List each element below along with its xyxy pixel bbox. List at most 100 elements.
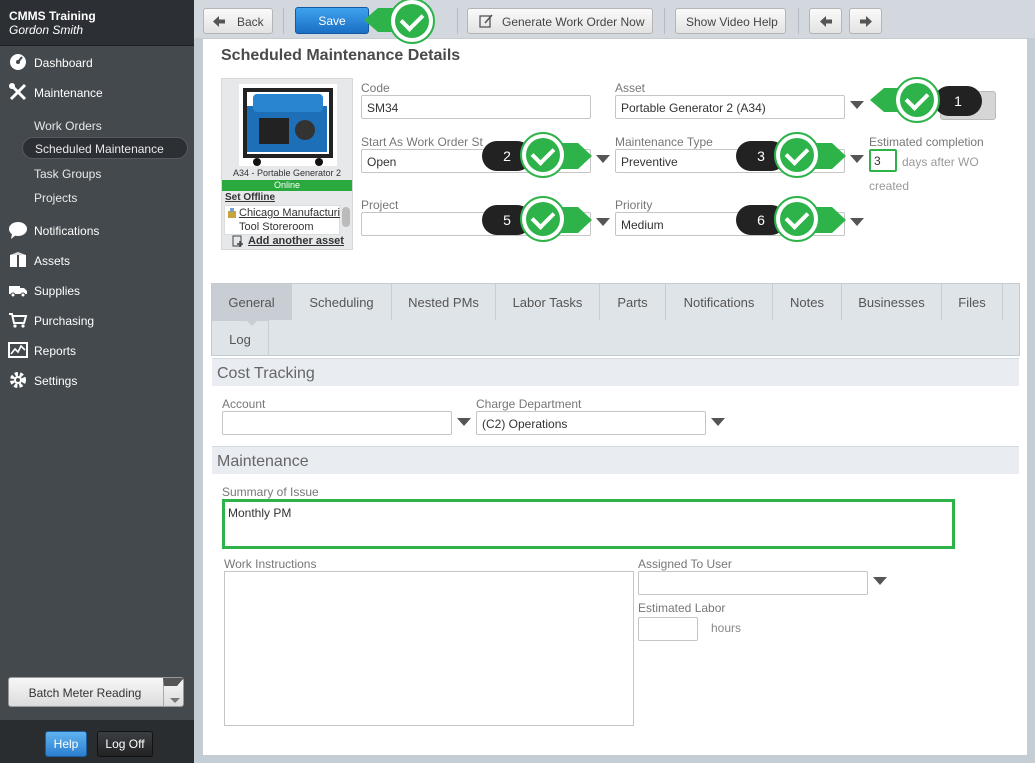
nav-purchasing[interactable]: Purchasing <box>0 307 194 333</box>
checkmark-icon <box>389 0 435 44</box>
tab-files[interactable]: Files <box>942 284 1003 320</box>
tab-general[interactable]: General <box>212 284 292 320</box>
location-child: Tool Storeroom <box>239 221 314 233</box>
charge-department-dropdown-icon[interactable] <box>711 418 725 426</box>
user-name: Gordon Smith <box>9 23 84 37</box>
tab-labor-tasks[interactable]: Labor Tasks <box>496 284 600 320</box>
logoff-button[interactable]: Log Off <box>97 731 153 757</box>
project-dropdown-icon[interactable] <box>596 218 610 226</box>
nav-notifications[interactable]: Notifications <box>0 217 194 243</box>
nav-label: Assets <box>34 254 71 268</box>
tab-nested-pms[interactable]: Nested PMs <box>392 284 496 320</box>
tab-parts[interactable]: Parts <box>600 284 666 320</box>
building-icon <box>228 208 236 218</box>
sub-label: Work Orders <box>34 119 102 133</box>
generate-label: Generate Work Order Now <box>502 15 645 29</box>
tab-label: Log <box>229 332 251 347</box>
assigned-to-dropdown-icon[interactable] <box>873 577 887 585</box>
asset-panel: A34 - Portable Generator 2 Online Set Of… <box>221 78 353 250</box>
asset-field[interactable]: Portable Generator 2 (A34) <box>615 95 845 119</box>
save-button[interactable]: Save <box>295 7 369 34</box>
estimated-completion-label: Estimated completion <box>869 135 984 149</box>
truck-icon <box>9 286 27 298</box>
start-as-dropdown-icon[interactable] <box>596 155 610 163</box>
nav-label: Purchasing <box>34 314 95 328</box>
brand-header: CMMS Training Gordon Smith <box>0 0 194 46</box>
nav-dashboard[interactable]: Dashboard <box>0 49 194 75</box>
batch-meter-label: Batch Meter Reading <box>28 686 142 700</box>
tab-notes[interactable]: Notes <box>773 284 842 320</box>
toolbar-divider <box>457 8 458 34</box>
checkmark-fill <box>780 202 814 236</box>
generate-work-order-button[interactable]: Generate Work Order Now <box>467 8 653 34</box>
nav-maintenance[interactable]: Maintenance <box>0 79 194 105</box>
toolbar-divider <box>798 8 799 34</box>
checkmark-icon <box>520 196 566 242</box>
sidebar-item-task-groups[interactable]: Task Groups <box>22 162 188 184</box>
sidebar-item-work-orders[interactable]: Work Orders <box>22 114 188 136</box>
start-as-label: Start As Work Order St <box>361 135 483 149</box>
tab-log[interactable]: Log <box>212 320 269 356</box>
next-record-button[interactable] <box>849 8 882 34</box>
sidebar-item-projects[interactable]: Projects <box>22 186 188 208</box>
tab-label: Businesses <box>858 295 925 310</box>
account-dropdown-icon[interactable] <box>457 418 471 426</box>
tab-notifications[interactable]: Notifications <box>666 284 773 320</box>
nav-assets[interactable]: Assets <box>0 247 194 273</box>
set-offline-link[interactable]: Set Offline <box>225 192 275 203</box>
tab-label: Parts <box>617 295 648 310</box>
hours-label: hours <box>711 621 742 635</box>
scrollbar[interactable] <box>342 207 350 227</box>
maintenance-type-dropdown-icon[interactable] <box>850 155 864 163</box>
checkmark-fill <box>526 138 560 172</box>
priority-dropdown-icon[interactable] <box>850 218 864 226</box>
assigned-to-label: Assigned To User <box>638 557 732 571</box>
tools-icon <box>9 83 27 101</box>
nav-settings[interactable]: Settings <box>0 367 194 393</box>
nav-supplies[interactable]: Supplies <box>0 277 194 303</box>
code-label: Code <box>361 81 390 95</box>
estimated-completion-value: 3 <box>874 154 881 168</box>
tab-label: Labor Tasks <box>512 295 583 310</box>
back-button[interactable]: Back <box>203 8 273 34</box>
sub-label: Scheduled Maintenance <box>35 142 164 156</box>
section-title: Maintenance <box>217 453 309 470</box>
asset-dropdown-icon[interactable] <box>850 101 864 109</box>
nav-reports[interactable]: Reports <box>0 337 194 363</box>
checkmark-icon <box>894 77 940 123</box>
checkmark-fill <box>780 138 814 172</box>
checkmark-fill <box>526 202 560 236</box>
account-field[interactable] <box>222 411 452 435</box>
dashboard-icon <box>10 54 26 70</box>
batch-meter-reading-button[interactable]: Batch Meter Reading <box>8 677 184 707</box>
previous-record-button[interactable] <box>809 8 842 34</box>
charge-department-field[interactable]: (C2) Operations <box>476 411 706 435</box>
tab-businesses[interactable]: Businesses <box>842 284 942 320</box>
edit-document-icon <box>479 14 493 28</box>
tab-label: Notifications <box>683 295 755 310</box>
cart-icon <box>9 313 28 328</box>
tab-scheduling[interactable]: Scheduling <box>292 284 392 320</box>
tab-label: Files <box>958 295 986 310</box>
maintenance-section-header: Maintenance <box>212 446 1019 474</box>
estimated-completion-suffix: days after WO <box>902 155 979 169</box>
summary-of-issue-field[interactable]: Monthly PM <box>222 499 955 549</box>
sub-label: Projects <box>34 191 78 205</box>
start-as-value: Open <box>367 155 397 169</box>
estimated-labor-field[interactable] <box>638 617 698 641</box>
charge-department-value: (C2) Operations <box>482 417 568 431</box>
tab-label: General <box>228 295 275 310</box>
sidebar-item-scheduled-maintenance[interactable]: Scheduled Maintenance <box>22 137 188 159</box>
assigned-to-field[interactable] <box>638 571 868 595</box>
estimated-completion-field[interactable]: 3 <box>869 149 897 172</box>
tab-label: Scheduling <box>309 295 374 310</box>
maintenance-type-value: Preventive <box>621 155 678 169</box>
location-parent-link[interactable]: Chicago Manufacturi <box>239 207 340 219</box>
work-instructions-field[interactable] <box>224 571 634 726</box>
show-video-help-button[interactable]: Show Video Help <box>675 8 786 34</box>
chevron-down-icon[interactable] <box>163 678 184 706</box>
help-button[interactable]: Help <box>45 731 87 757</box>
priority-value: Medium <box>621 218 664 232</box>
callout-badge: 1 <box>934 86 982 116</box>
code-field[interactable]: SM34 <box>361 95 591 119</box>
